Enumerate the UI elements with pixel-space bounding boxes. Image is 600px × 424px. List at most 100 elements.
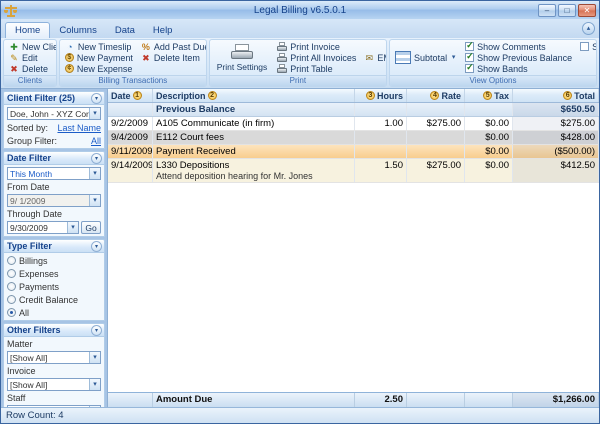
maximize-button[interactable]: □ <box>558 4 576 17</box>
new-expense-button[interactable]: ¢ New Expense <box>64 63 134 74</box>
cell-total: $275.00 <box>513 117 599 130</box>
client-filter-panel: Client Filter (25) ▾ Doe, John - XYZ Cor… <box>3 91 105 149</box>
new-client-label: New Client <box>22 42 57 52</box>
radio-expenses[interactable]: Expenses <box>7 268 101 279</box>
table-row[interactable]: 9/2/2009 A105 Communicate (in firm) 1.00… <box>108 117 599 131</box>
cell-rate <box>407 131 465 144</box>
cell-hours <box>355 145 407 158</box>
radio-credit-balance[interactable]: Credit Balance <box>7 294 101 305</box>
chevron-down-icon: ▾ <box>89 108 100 119</box>
billing-grid: Date 1 Description 2 3 Hours 4 Rate 5 <box>107 89 599 407</box>
radio-all[interactable]: All <box>7 307 101 318</box>
new-timeslip-button[interactable]: ◔ New Timeslip <box>64 41 134 52</box>
show-comments-label: Show Comments <box>477 42 546 52</box>
printer-icon <box>277 53 287 62</box>
column-badge: 2 <box>208 91 217 100</box>
previous-balance-band-row[interactable]: Previous Balance $650.50 <box>108 103 599 117</box>
radio-selected-icon <box>7 308 16 317</box>
print-settings-button[interactable]: Print Settings <box>214 41 271 74</box>
sorted-by-link[interactable]: Last Name <box>57 123 101 133</box>
collapse-chevron-icon[interactable]: ▾ <box>91 241 102 252</box>
delete-item-icon: ✖ <box>141 53 151 63</box>
table-row[interactable]: 9/14/2009 L330 Depositions Attend deposi… <box>108 159 599 183</box>
column-header-description[interactable]: Description 2 <box>153 89 355 102</box>
ribbon-group-clients: ✚ New Client ✎ Edit ✖ Delete Clients <box>3 39 57 87</box>
checkbox-checked-icon: ✓ <box>465 64 474 73</box>
client-select[interactable]: Doe, John - XYZ Corporation ▾ <box>7 107 101 120</box>
sorted-by-label: Sorted by: <box>7 123 48 133</box>
pencil-icon: ✎ <box>9 53 19 63</box>
client-filter-header[interactable]: Client Filter (25) ▾ <box>3 91 105 105</box>
tab-help[interactable]: Help <box>144 23 182 38</box>
printer-icon <box>277 42 287 51</box>
status-bar: Row Count: 4 <box>1 407 599 423</box>
other-filters-title: Other Filters <box>7 325 61 335</box>
column-header-hours[interactable]: 3 Hours <box>355 89 407 102</box>
collapse-chevron-icon[interactable]: ▾ <box>91 153 102 164</box>
tab-data[interactable]: Data <box>106 23 144 38</box>
collapse-chevron-icon[interactable]: ▾ <box>91 93 102 104</box>
ribbon: ✚ New Client ✎ Edit ✖ Delete Clients <box>1 38 599 89</box>
show-comments-checkbox[interactable]: ✓ Show Comments <box>464 41 573 52</box>
cell-date: 9/2/2009 <box>108 117 153 130</box>
collapse-chevron-icon[interactable]: ▾ <box>91 325 102 336</box>
invoice-select[interactable]: [Show All] ▾ <box>7 378 101 391</box>
percent-icon: % <box>141 42 151 52</box>
radio-payments[interactable]: Payments <box>7 281 101 292</box>
radio-payments-label: Payments <box>19 282 59 292</box>
delete-item-button[interactable]: ✖ Delete Item <box>140 52 207 63</box>
matter-select[interactable]: [Show All] ▾ <box>7 351 101 364</box>
date-filter-header[interactable]: Date Filter ▾ <box>3 151 105 165</box>
matter-select-value: [Show All] <box>8 353 89 363</box>
group-filter-label: Group Filter: <box>7 136 57 146</box>
new-payment-button[interactable]: $ New Payment <box>64 52 134 63</box>
cell-rate: $275.00 <box>407 159 465 182</box>
staff-label: Staff <box>7 393 101 403</box>
table-row-selected[interactable]: 9/11/2009 Payment Received $0.00 ($500.0… <box>108 145 599 159</box>
search-footer-checkbox[interactable]: Search Footer <box>579 41 597 52</box>
chevron-down-icon: ▾ <box>89 352 100 363</box>
print-all-invoices-button[interactable]: Print All Invoices <box>276 52 357 63</box>
new-client-button[interactable]: ✚ New Client <box>8 41 57 52</box>
print-table-button[interactable]: Print Table <box>276 63 357 74</box>
print-invoice-button[interactable]: Print Invoice <box>276 41 357 52</box>
subtotal-button[interactable]: Subtotal ▾ <box>394 52 458 63</box>
ribbon-group-billing-transactions: ◔ New Timeslip $ New Payment ¢ New Expen… <box>59 39 207 87</box>
clock-icon: ◔ <box>65 42 75 52</box>
column-header-date[interactable]: Date 1 <box>108 89 153 102</box>
from-date-field[interactable]: 9/ 1/2009 ▾ <box>7 194 101 207</box>
go-button[interactable]: Go <box>81 221 101 234</box>
radio-billings[interactable]: Billings <box>7 255 101 266</box>
table-row[interactable]: 9/4/2009 E112 Court fees $0.00 $428.00 <box>108 131 599 145</box>
column-header-rate[interactable]: 4 Rate <box>407 89 465 102</box>
printer-icon <box>231 44 253 60</box>
column-header-total[interactable]: 6 Total <box>513 89 599 102</box>
column-badge: 4 <box>430 91 439 100</box>
date-preset-select[interactable]: This Month ▾ <box>7 167 101 180</box>
band-label: Previous Balance <box>153 103 355 116</box>
date-preset-value: This Month <box>8 169 89 179</box>
tab-home[interactable]: Home <box>5 22 50 38</box>
show-bands-checkbox[interactable]: ✓ Show Bands <box>464 63 573 74</box>
cell-description: A105 Communicate (in firm) <box>153 117 355 130</box>
type-filter-header[interactable]: Type Filter ▾ <box>3 239 105 253</box>
through-date-field[interactable]: 9/30/2009 ▾ <box>7 221 79 234</box>
other-filters-header[interactable]: Other Filters ▾ <box>3 323 105 337</box>
close-button[interactable]: ✕ <box>578 4 596 17</box>
row-count: Row Count: 4 <box>6 410 64 421</box>
add-past-due-interest-button[interactable]: % Add Past Due Interest <box>140 41 207 52</box>
radio-all-label: All <box>19 308 29 318</box>
delete-client-button[interactable]: ✖ Delete <box>8 63 57 74</box>
email-invoice-button[interactable]: ✉ EMail Invoice <box>363 52 387 63</box>
radio-expenses-label: Expenses <box>19 269 59 279</box>
column-header-tax[interactable]: 5 Tax <box>465 89 513 102</box>
tab-columns[interactable]: Columns <box>50 23 106 38</box>
radio-icon <box>7 295 16 304</box>
show-previous-balance-checkbox[interactable]: ✓ Show Previous Balance <box>464 52 573 63</box>
edit-client-button[interactable]: ✎ Edit <box>8 52 57 63</box>
ribbon-toggle-button[interactable]: ▴ <box>582 22 595 35</box>
checkbox-unchecked-icon <box>580 42 589 51</box>
minimize-button[interactable]: – <box>538 4 556 17</box>
show-previous-balance-label: Show Previous Balance <box>477 53 572 63</box>
group-filter-link[interactable]: All <box>91 136 101 146</box>
